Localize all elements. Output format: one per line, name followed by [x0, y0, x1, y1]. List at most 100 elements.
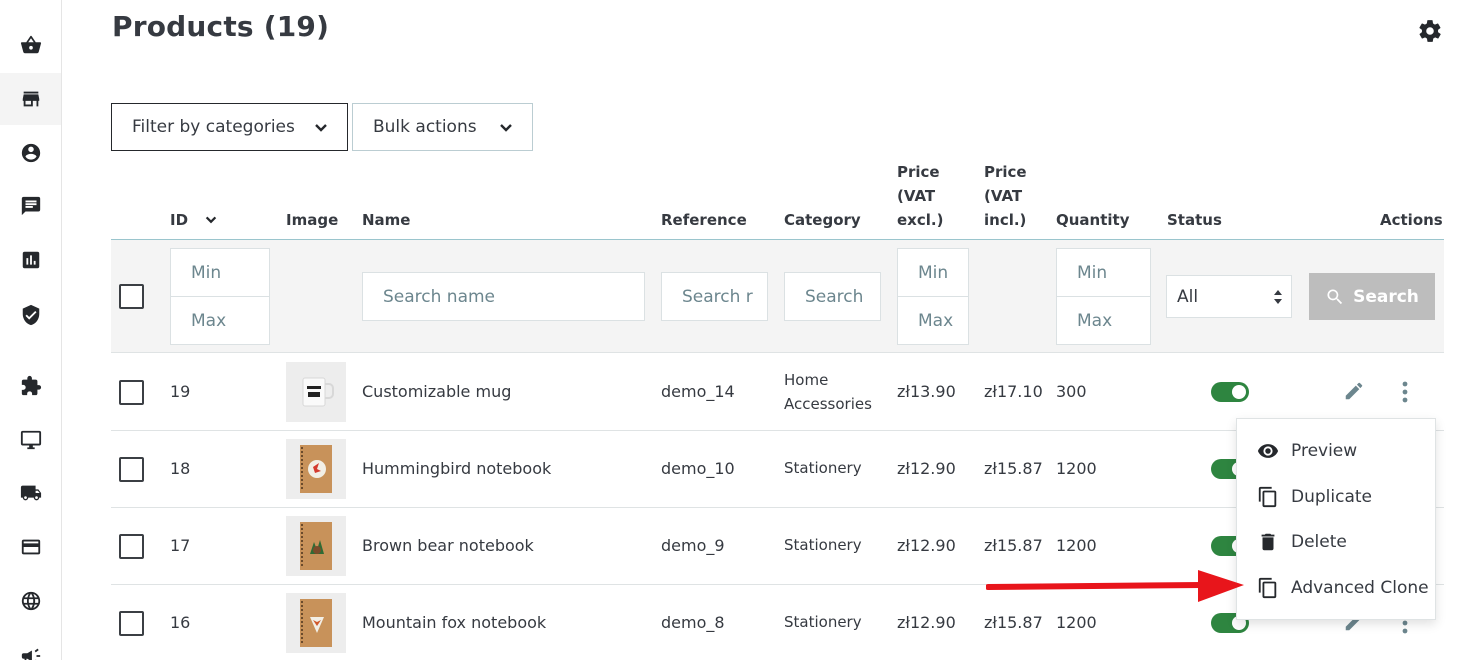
column-header-price-excl[interactable]: Price (VAT excl.) [897, 160, 943, 232]
actions-dropdown-menu: Preview Duplicate Delete Advanced Clone [1236, 418, 1436, 620]
product-name[interactable]: Customizable mug [362, 382, 511, 401]
quantity-min-input[interactable]: Min [1056, 248, 1151, 297]
column-header-id[interactable]: ID [170, 208, 218, 232]
sidebar-item-security[interactable] [0, 289, 61, 341]
product-quantity[interactable]: 300 [1056, 382, 1087, 401]
product-reference: demo_10 [661, 459, 735, 478]
quantity-max-input[interactable]: Max [1056, 296, 1151, 345]
sidebar-item-design[interactable] [0, 414, 61, 466]
product-category-line: Home [784, 371, 829, 389]
eye-icon [1257, 444, 1279, 458]
menu-item-label: Advanced Clone [1291, 578, 1429, 598]
sidebar-item-catalog[interactable] [0, 73, 61, 125]
sidebar-item-modules[interactable] [0, 360, 61, 412]
copy-icon [1258, 486, 1277, 508]
bulk-actions-label: Bulk actions [373, 117, 477, 137]
product-thumbnail[interactable] [286, 593, 346, 653]
column-header-price-excl-line: excl.) [897, 211, 944, 229]
mug-image [302, 377, 334, 407]
trash-icon [1261, 533, 1275, 551]
column-header-price-incl-line: Price [984, 163, 1027, 181]
search-icon [1327, 289, 1343, 304]
edit-button[interactable] [1343, 380, 1365, 402]
product-price-excl[interactable]: zł13.90 [897, 382, 956, 401]
id-min-input[interactable]: Min [170, 248, 270, 297]
kebab-icon [1402, 381, 1408, 403]
page-title: Products (19) [112, 10, 330, 43]
menu-item-duplicate[interactable]: Duplicate [1237, 477, 1435, 517]
product-quantity[interactable]: 1200 [1056, 536, 1097, 555]
product-price-excl[interactable]: zł12.90 [897, 536, 956, 555]
notebook-image [300, 522, 332, 570]
category-search-input[interactable]: Search [784, 272, 881, 321]
product-name[interactable]: Hummingbird notebook [362, 459, 551, 478]
search-button-label: Search [1353, 286, 1419, 307]
name-search-input[interactable]: Search name [362, 272, 645, 321]
bar-chart-icon [22, 251, 39, 269]
truck-icon [20, 485, 41, 501]
settings-button[interactable] [1416, 17, 1444, 45]
account-circle-icon [21, 143, 40, 163]
sort-desc-icon [205, 216, 217, 224]
sidebar-item-marketing[interactable] [0, 630, 61, 660]
basket-icon [20, 35, 41, 54]
row-checkbox[interactable] [119, 611, 144, 636]
product-price-excl[interactable]: zł12.90 [897, 613, 956, 632]
column-header-price-incl-line: incl.) [984, 211, 1027, 229]
product-reference: demo_8 [661, 613, 725, 632]
more-actions-button[interactable] [1397, 380, 1413, 404]
copy-icon [1258, 577, 1277, 599]
product-thumbnail[interactable] [286, 516, 346, 576]
product-id: 17 [170, 536, 191, 555]
menu-item-delete[interactable]: Delete [1237, 522, 1435, 562]
select-all-checkbox[interactable] [119, 284, 144, 309]
column-header-category[interactable]: Category [784, 208, 861, 232]
status-toggle[interactable] [1211, 382, 1249, 402]
sidebar-item-messages[interactable] [0, 180, 61, 232]
column-header-price-excl-line: Price [897, 163, 940, 181]
column-header-price-incl-line: (VAT [984, 187, 1023, 205]
product-quantity[interactable]: 1200 [1056, 613, 1097, 632]
row-checkbox[interactable] [119, 457, 144, 482]
row-checkbox[interactable] [119, 380, 144, 405]
bulk-actions-button[interactable]: Bulk actions [352, 103, 533, 151]
product-category: Stationery [784, 613, 862, 631]
product-name[interactable]: Mountain fox notebook [362, 613, 546, 632]
reference-search-input[interactable]: Search r [661, 272, 768, 321]
pencil-icon [1345, 382, 1363, 400]
product-price-incl: zł15.87 [984, 536, 1043, 555]
menu-item-label: Preview [1291, 441, 1358, 461]
search-button[interactable]: Search [1309, 273, 1435, 320]
column-header-actions: Actions [1380, 211, 1443, 229]
row-checkbox[interactable] [119, 534, 144, 559]
id-max-input[interactable]: Max [170, 296, 270, 345]
status-select[interactable]: All [1166, 275, 1292, 318]
puzzle-icon [21, 375, 41, 396]
product-thumbnail[interactable] [286, 439, 346, 499]
product-id: 19 [170, 382, 191, 401]
sidebar-item-international[interactable] [0, 575, 61, 627]
product-category: Home Accessories [784, 368, 872, 416]
product-category: Stationery [784, 536, 862, 554]
menu-item-advanced-clone[interactable]: Advanced Clone [1237, 568, 1435, 608]
shield-check-icon [22, 304, 39, 326]
price-max-input[interactable]: Max [897, 296, 969, 345]
column-header-reference[interactable]: Reference [661, 208, 747, 232]
product-price-excl[interactable]: zł12.90 [897, 459, 956, 478]
product-name[interactable]: Brown bear notebook [362, 536, 534, 555]
menu-item-preview[interactable]: Preview [1237, 431, 1435, 471]
filter-by-categories-button[interactable]: Filter by categories [111, 103, 348, 151]
product-thumbnail[interactable] [286, 362, 346, 422]
column-header-status[interactable]: Status [1167, 208, 1222, 232]
globe-icon [21, 591, 40, 611]
sidebar-item-stats[interactable] [0, 234, 61, 286]
column-header-quantity[interactable]: Quantity [1056, 208, 1130, 232]
sidebar-item-shipping[interactable] [0, 467, 61, 519]
menu-item-label: Delete [1291, 532, 1347, 552]
sidebar-item-customers[interactable] [0, 127, 61, 179]
sidebar-item-payment[interactable] [0, 521, 61, 573]
sidebar-item-orders[interactable] [0, 19, 61, 71]
price-min-input[interactable]: Min [897, 248, 969, 297]
column-header-name[interactable]: Name [362, 208, 410, 232]
product-quantity[interactable]: 1200 [1056, 459, 1097, 478]
